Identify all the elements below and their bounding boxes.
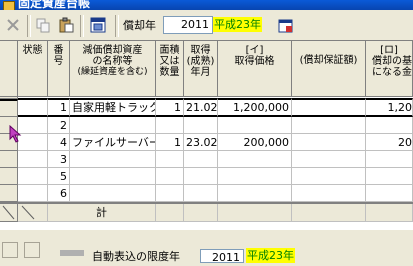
number-cell[interactable]: 5 <box>48 168 70 185</box>
cost-cell[interactable]: 200,000 <box>218 134 292 151</box>
toolbar-separator <box>115 15 119 37</box>
header-area: 面積 又は 数量 <box>156 41 184 97</box>
title-bar: 固定資産台帳 <box>0 0 413 10</box>
qty-cell[interactable] <box>156 168 184 185</box>
limit-year-input[interactable]: 2011 <box>200 249 244 264</box>
window-icon <box>90 17 106 33</box>
number-cell[interactable]: 2 <box>48 117 70 134</box>
ro-cell[interactable] <box>366 117 413 134</box>
ro-cell[interactable] <box>366 151 413 168</box>
window-button[interactable] <box>88 15 108 35</box>
date-cell[interactable] <box>184 117 218 134</box>
header-name: 減価償却資産 の名称等 (繰延資産を含む) <box>70 41 156 97</box>
name-cell[interactable] <box>70 151 156 168</box>
name-cell[interactable] <box>70 117 156 134</box>
total-cell <box>292 204 366 222</box>
toolbar-separator <box>80 15 84 37</box>
qty-cell[interactable] <box>156 117 184 134</box>
guarantee-cell[interactable] <box>292 151 366 168</box>
ro-cell[interactable] <box>366 168 413 185</box>
row-header[interactable] <box>0 168 18 185</box>
asset-grid: 状態 番 号 減価償却資産 の名称等 (繰延資産を含む) 面積 又は 数量 取得… <box>0 40 413 229</box>
total-label: 計 <box>48 204 156 222</box>
window-title: 固定資産台帳 <box>18 0 91 10</box>
header-guarantee: (償却保証額) <box>292 41 366 97</box>
date-cell[interactable] <box>184 185 218 202</box>
delete-button[interactable] <box>3 15 23 35</box>
bottom-bar: 自動表込の限度年 2011 平成23年 <box>0 229 413 264</box>
total-marker-icon <box>2 205 15 220</box>
date-cell[interactable]: 23.02 <box>184 134 218 151</box>
total-marker-icon <box>21 205 35 220</box>
copy-icon <box>36 18 50 33</box>
cost-cell[interactable]: 1,200,000 <box>218 98 292 117</box>
scroll-thumb[interactable] <box>60 250 84 256</box>
x-icon <box>7 19 19 31</box>
status-cell[interactable] <box>18 98 48 117</box>
paste-button[interactable] <box>56 15 76 35</box>
name-cell[interactable] <box>70 168 156 185</box>
total-status-cell <box>18 204 48 222</box>
header-acquired: 取得 (成熟) 年月 <box>184 41 218 97</box>
year-input[interactable]: 2011 <box>163 16 213 34</box>
ro-cell[interactable]: 1,20 <box>366 98 413 117</box>
number-cell[interactable]: 6 <box>48 185 70 202</box>
status-cell[interactable] <box>18 185 48 202</box>
app-icon <box>3 1 15 10</box>
row-header <box>0 204 18 222</box>
paste-icon <box>59 17 74 33</box>
cost-cell[interactable] <box>218 117 292 134</box>
total-cell <box>156 204 184 222</box>
calendar-button[interactable] <box>276 16 296 36</box>
ro-cell[interactable] <box>366 185 413 202</box>
guarantee-cell[interactable] <box>292 185 366 202</box>
corner-header <box>0 41 18 97</box>
name-cell[interactable] <box>70 185 156 202</box>
status-cell[interactable] <box>18 168 48 185</box>
year-label: 償却年 <box>123 19 156 32</box>
mouse-cursor-icon <box>9 125 22 143</box>
cost-cell[interactable] <box>218 185 292 202</box>
status-cell[interactable] <box>18 151 48 168</box>
row-header[interactable] <box>0 99 18 117</box>
total-cell <box>184 204 218 222</box>
date-cell[interactable] <box>184 168 218 185</box>
date-cell[interactable] <box>184 151 218 168</box>
calendar-icon <box>278 19 293 33</box>
row-header[interactable] <box>0 185 18 202</box>
total-cell <box>366 204 413 222</box>
number-cell[interactable]: 3 <box>48 151 70 168</box>
copy-button[interactable] <box>33 15 53 35</box>
guarantee-cell[interactable] <box>292 134 366 151</box>
qty-cell[interactable]: 1 <box>156 98 184 117</box>
guarantee-cell[interactable] <box>292 117 366 134</box>
name-cell[interactable]: ファイルサーバー <box>70 134 156 151</box>
qty-cell[interactable] <box>156 185 184 202</box>
limit-year-label: 自動表込の限度年 <box>92 250 180 263</box>
number-cell[interactable]: 4 <box>48 134 70 151</box>
name-cell[interactable]: 自家用軽トラック <box>70 98 156 117</box>
row-header[interactable] <box>0 151 18 168</box>
date-cell[interactable]: 21.02 <box>184 98 218 117</box>
qty-cell[interactable] <box>156 151 184 168</box>
total-cell <box>218 204 292 222</box>
cost-cell[interactable] <box>218 168 292 185</box>
number-cell[interactable]: 1 <box>48 98 70 117</box>
header-ro: [ロ] 償却の基 になる金 <box>366 41 413 97</box>
guarantee-cell[interactable] <box>292 168 366 185</box>
header-cost: [イ] 取得価格 <box>218 41 292 97</box>
header-number: 番 号 <box>48 41 70 97</box>
cost-cell[interactable] <box>218 151 292 168</box>
header-status: 状態 <box>18 41 48 97</box>
toolbar-separator <box>27 15 31 37</box>
ro-cell[interactable]: 20 <box>366 134 413 151</box>
toolbar: 償却年 2011 平成23年 <box>0 10 413 40</box>
guarantee-cell[interactable] <box>292 98 366 117</box>
qty-cell[interactable]: 1 <box>156 134 184 151</box>
era-label: 平成23年 <box>213 17 262 32</box>
